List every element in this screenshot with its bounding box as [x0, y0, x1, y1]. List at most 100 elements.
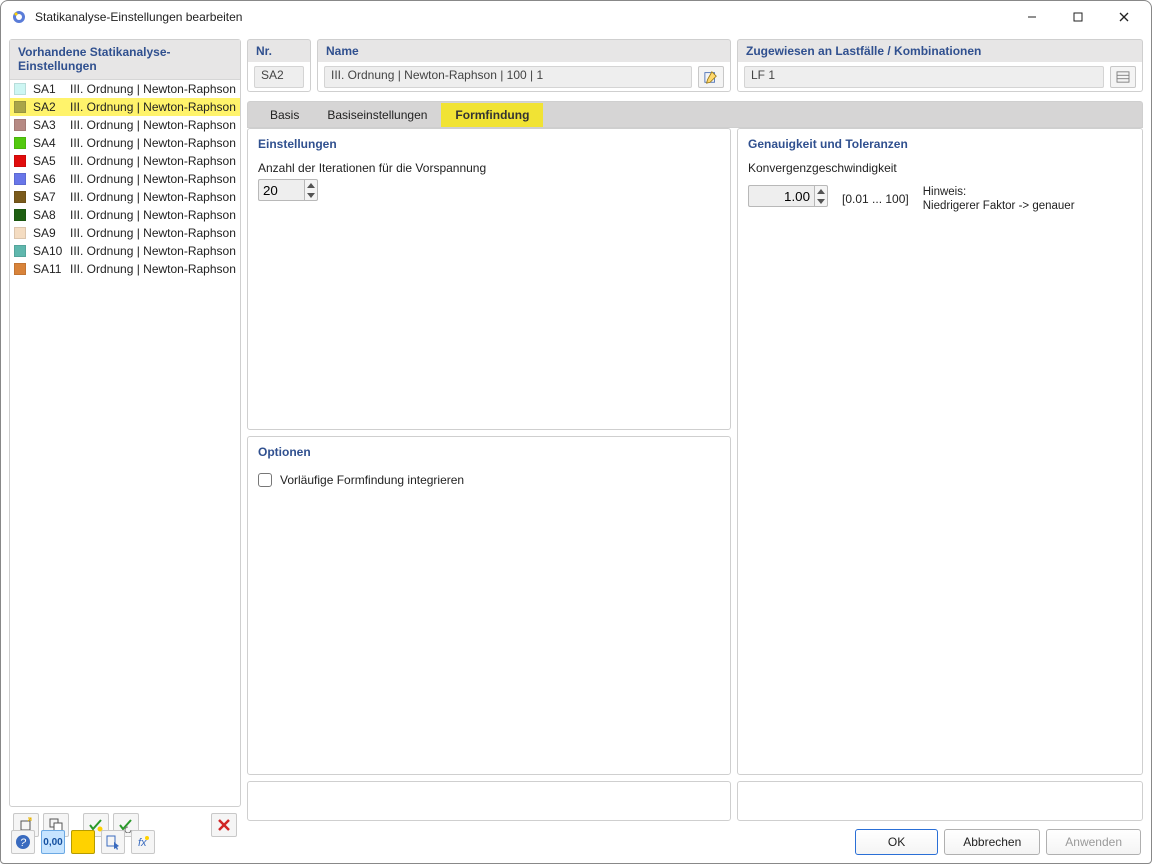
ok-button[interactable]: OK — [855, 829, 938, 855]
spin-up-icon[interactable] — [305, 180, 317, 190]
settings-item-desc: III. Ordnung | Newton-Raphson | — [70, 262, 240, 276]
footer-panel-right — [737, 781, 1143, 821]
spin-up-icon[interactable] — [815, 186, 827, 196]
nr-value: SA2 — [254, 66, 304, 88]
tab-basiseinstellungen[interactable]: Basiseinstellungen — [313, 103, 441, 127]
settings-list[interactable]: SA1III. Ordnung | Newton-Raphson | SA2II… — [10, 80, 240, 806]
speed-spinner[interactable] — [748, 185, 828, 207]
preliminary-formfinding-checkbox[interactable] — [258, 473, 272, 487]
settings-list-item[interactable]: SA4III. Ordnung | Newton-Raphson | — [10, 134, 240, 152]
body-grid: Einstellungen Anzahl der Iterationen für… — [247, 128, 1143, 821]
assign-label: Zugewiesen an Lastfälle / Kombinationen — [737, 39, 1143, 62]
settings-item-id: SA6 — [30, 172, 70, 186]
settings-item-id: SA11 — [30, 262, 70, 276]
settings-title: Einstellungen — [248, 129, 730, 153]
color-swatch — [14, 191, 26, 203]
name-input[interactable]: III. Ordnung | Newton-Raphson | 100 | 1 — [324, 66, 692, 88]
color-swatch — [14, 119, 26, 131]
settings-list-item[interactable]: SA3III. Ordnung | Newton-Raphson | — [10, 116, 240, 134]
settings-list-item[interactable]: SA10III. Ordnung | Newton-Raphson | — [10, 242, 240, 260]
hint-label: Hinweis: — [923, 186, 966, 198]
accuracy-title: Genauigkeit und Toleranzen — [738, 129, 1142, 153]
color-swatch — [14, 83, 26, 95]
accuracy-section: Genauigkeit und Toleranzen Konvergenzges… — [737, 128, 1143, 775]
dialog-window: Statikanalyse-Einstellungen bearbeiten V… — [0, 0, 1152, 864]
color-swatch — [14, 245, 26, 257]
settings-item-id: SA1 — [30, 82, 70, 96]
settings-item-desc: III. Ordnung | Newton-Raphson | — [70, 172, 240, 186]
settings-list-item[interactable]: SA6III. Ordnung | Newton-Raphson | — [10, 170, 240, 188]
settings-item-desc: III. Ordnung | Newton-Raphson | — [70, 100, 240, 114]
iterations-spin-buttons[interactable] — [304, 179, 318, 201]
speed-hint: Hinweis: Niedrigerer Faktor -> genauer — [923, 185, 1075, 213]
settings-list-item[interactable]: SA8III. Ordnung | Newton-Raphson | — [10, 206, 240, 224]
title-bar: Statikanalyse-Einstellungen bearbeiten — [1, 1, 1151, 33]
speed-label: Konvergenzgeschwindigkeit — [748, 161, 1132, 175]
svg-text:?: ? — [20, 837, 27, 849]
iterations-spinner[interactable] — [258, 179, 720, 201]
preliminary-formfinding-row[interactable]: Vorläufige Formfindung integrieren — [258, 469, 720, 491]
color-swatch — [14, 209, 26, 221]
hint-text: Niedrigerer Faktor -> genauer — [923, 200, 1075, 212]
units-icon: 0,00 — [43, 837, 62, 848]
edit-name-button[interactable] — [698, 66, 724, 88]
assign-value: LF 1 — [744, 66, 1104, 88]
iterations-input[interactable] — [258, 179, 304, 201]
header-row: Nr. SA2 Name III. Ordnung | Newton-Raphs… — [247, 39, 1143, 95]
settings-item-desc: III. Ordnung | Newton-Raphson | — [70, 82, 240, 96]
settings-list-item[interactable]: SA7III. Ordnung | Newton-Raphson | — [10, 188, 240, 206]
fx-button[interactable]: fx — [131, 830, 155, 854]
units-button[interactable]: 0,00 — [41, 830, 65, 854]
selection-button[interactable] — [101, 830, 125, 854]
tab-formfindung[interactable]: Formfindung — [441, 103, 543, 127]
main-panel: Nr. SA2 Name III. Ordnung | Newton-Raphs… — [247, 39, 1143, 821]
color-swatch — [14, 155, 26, 167]
app-icon — [11, 9, 27, 25]
settings-list-item[interactable]: SA9III. Ordnung | Newton-Raphson | — [10, 224, 240, 242]
color-swatch — [14, 173, 26, 185]
options-section: Optionen Vorläufige Formfindung integrie… — [247, 436, 731, 775]
sidebar: Vorhandene Statikanalyse-Einstellungen S… — [9, 39, 241, 821]
iterations-label: Anzahl der Iterationen für die Vorspannu… — [258, 161, 720, 175]
assign-browse-button[interactable] — [1110, 66, 1136, 88]
settings-item-id: SA9 — [30, 226, 70, 240]
nr-box: Nr. SA2 — [247, 39, 311, 95]
settings-list-heading: Vorhandene Statikanalyse-Einstellungen — [10, 40, 240, 80]
dialog-footer: ? 0,00 fx OK Abbrechen Anwenden — [1, 821, 1151, 863]
settings-list-item[interactable]: SA5III. Ordnung | Newton-Raphson | — [10, 152, 240, 170]
settings-section: Einstellungen Anzahl der Iterationen für… — [247, 128, 731, 430]
settings-item-id: SA4 — [30, 136, 70, 150]
help-button[interactable]: ? — [11, 830, 35, 854]
settings-list-item[interactable]: SA1III. Ordnung | Newton-Raphson | — [10, 80, 240, 98]
spin-down-icon[interactable] — [815, 196, 827, 206]
name-box: Name III. Ordnung | Newton-Raphson | 100… — [317, 39, 731, 95]
settings-item-id: SA3 — [30, 118, 70, 132]
tabs: BasisBasiseinstellungenFormfindung — [247, 101, 1143, 128]
settings-item-id: SA5 — [30, 154, 70, 168]
settings-list-item[interactable]: SA2III. Ordnung | Newton-Raphson | — [10, 98, 240, 116]
color-button[interactable] — [71, 830, 95, 854]
tab-basis[interactable]: Basis — [256, 103, 313, 127]
settings-list-item[interactable]: SA11III. Ordnung | Newton-Raphson | — [10, 260, 240, 278]
close-button[interactable] — [1101, 2, 1147, 32]
options-title: Optionen — [248, 437, 730, 461]
settings-list-panel: Vorhandene Statikanalyse-Einstellungen S… — [9, 39, 241, 807]
spin-down-icon[interactable] — [305, 190, 317, 200]
apply-button[interactable]: Anwenden — [1046, 829, 1141, 855]
speed-range: [0.01 ... 100] — [842, 192, 909, 206]
minimize-button[interactable] — [1009, 2, 1055, 32]
settings-item-id: SA7 — [30, 190, 70, 204]
maximize-button[interactable] — [1055, 2, 1101, 32]
color-swatch — [14, 227, 26, 239]
settings-item-desc: III. Ordnung | Newton-Raphson | — [70, 190, 240, 204]
settings-item-desc: III. Ordnung | Newton-Raphson | — [70, 154, 240, 168]
cancel-button[interactable]: Abbrechen — [944, 829, 1040, 855]
settings-item-desc: III. Ordnung | Newton-Raphson | — [70, 118, 240, 132]
window-title: Statikanalyse-Einstellungen bearbeiten — [35, 10, 242, 24]
settings-item-id: SA2 — [30, 100, 70, 114]
speed-input[interactable] — [748, 185, 814, 207]
speed-spin-buttons[interactable] — [814, 185, 828, 207]
content-area: Vorhandene Statikanalyse-Einstellungen S… — [1, 33, 1151, 821]
color-swatch — [14, 101, 26, 113]
name-label: Name — [317, 39, 731, 62]
